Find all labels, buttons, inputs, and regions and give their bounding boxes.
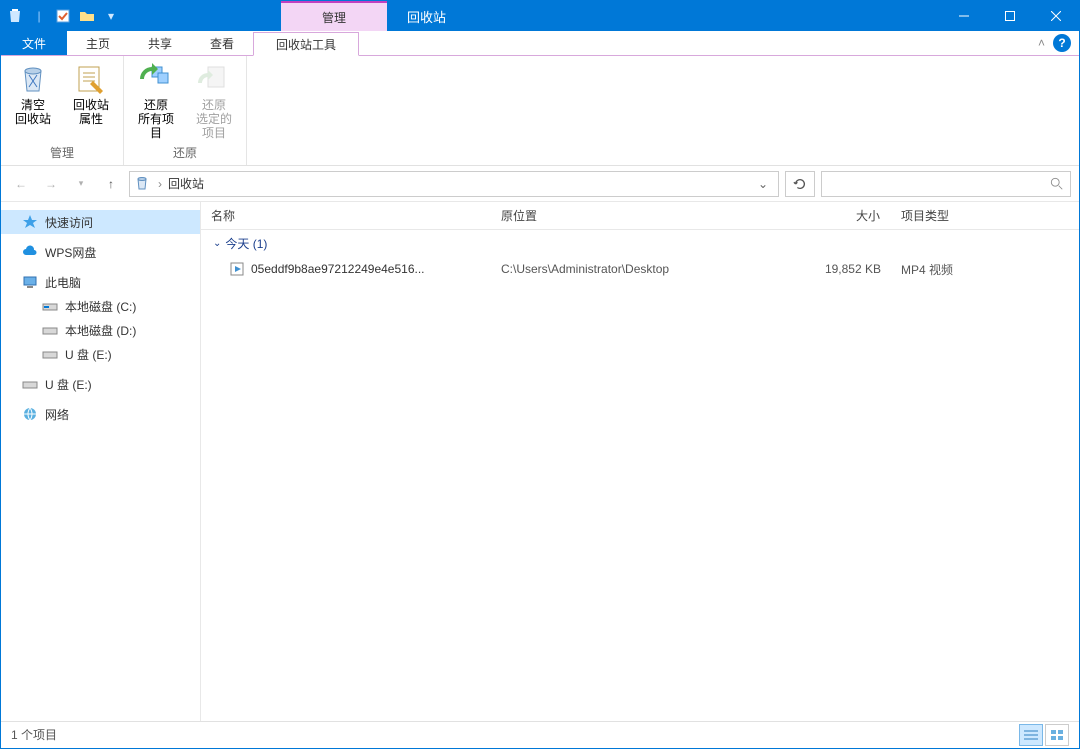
view-details-button[interactable]: [1019, 724, 1043, 746]
qat-separator: |: [30, 7, 48, 25]
drive-icon: [41, 321, 59, 339]
sidebar-label: 此电脑: [45, 274, 81, 291]
item-count-label: 1 个项目: [11, 726, 57, 743]
nav-forward-button[interactable]: →: [39, 172, 63, 196]
ribbon: 清空 回收站 回收站 属性 管理 还原 所有项目 还原: [1, 56, 1079, 166]
ribbon-group-restore: 还原 所有项目 还原 选定的项目 还原: [124, 56, 247, 165]
sidebar-drive-c[interactable]: 本地磁盘 (C:): [1, 294, 200, 318]
file-name: 05eddf9b8ae97212249e4e516...: [251, 262, 425, 276]
sidebar-drive-e-usb[interactable]: U 盘 (E:): [1, 342, 200, 366]
sidebar-label: WPS网盘: [45, 244, 96, 261]
sidebar-wps[interactable]: WPS网盘: [1, 240, 200, 264]
nav-history-dropdown[interactable]: ▾: [69, 172, 93, 196]
sidebar-drive-d[interactable]: 本地磁盘 (D:): [1, 318, 200, 342]
qat-folder-icon[interactable]: [78, 7, 96, 25]
breadcrumb-separator[interactable]: ›: [158, 177, 162, 191]
network-icon: [21, 405, 39, 423]
restore-all-label: 还原 所有项目: [134, 98, 178, 140]
empty-bin-label: 清空 回收站: [15, 98, 51, 126]
video-file-icon: [229, 261, 245, 277]
ribbon-tabs: 文件 主页 共享 查看 回收站工具 ˄ ?: [1, 31, 1079, 56]
navigation-pane: 快速访问 WPS网盘 此电脑 本地磁盘 (C:) 本地磁盘 (D:) U 盘 (…: [1, 202, 201, 721]
tab-share[interactable]: 共享: [129, 31, 191, 55]
search-input[interactable]: [821, 171, 1071, 197]
context-tab-header: 管理: [281, 1, 387, 31]
usb-drive-icon: [41, 345, 59, 363]
tab-view[interactable]: 查看: [191, 31, 253, 55]
column-type[interactable]: 项目类型: [891, 207, 1041, 224]
tab-home[interactable]: 主页: [67, 31, 129, 55]
file-list-area: 名称 原位置 大小 项目类型 ⌄ 今天 (1) 05eddf9b8ae97212…: [201, 202, 1079, 721]
breadcrumb-location[interactable]: 回收站: [168, 175, 204, 192]
sidebar-label: 网络: [45, 406, 69, 423]
ribbon-group-manage-label: 管理: [50, 142, 74, 163]
group-today[interactable]: ⌄ 今天 (1): [201, 230, 1079, 256]
address-bar[interactable]: › 回收站 ⌄: [129, 171, 779, 197]
sidebar-label: U 盘 (E:): [45, 376, 92, 393]
ribbon-group-restore-label: 还原: [173, 142, 197, 163]
sidebar-label: 本地磁盘 (D:): [65, 322, 136, 339]
restore-all-button[interactable]: 还原 所有项目: [130, 60, 182, 142]
file-type: MP4 视频: [891, 261, 1041, 278]
restore-selected-button: 还原 选定的项目: [188, 60, 240, 142]
column-original-location[interactable]: 原位置: [491, 207, 781, 224]
collapse-ribbon-icon[interactable]: ˄: [1038, 36, 1045, 50]
quick-access-toolbar: | ▾: [1, 1, 125, 31]
column-name[interactable]: 名称: [201, 207, 491, 224]
column-headers: 名称 原位置 大小 项目类型: [201, 202, 1079, 230]
sidebar-label: 本地磁盘 (C:): [65, 298, 136, 315]
qat-properties-icon[interactable]: [54, 7, 72, 25]
tab-recycle-tools[interactable]: 回收站工具: [253, 32, 359, 56]
star-icon: [21, 213, 39, 231]
sidebar-this-pc[interactable]: 此电脑: [1, 270, 200, 294]
restore-selected-icon: [197, 62, 231, 96]
address-dropdown-icon[interactable]: ⌄: [752, 177, 774, 191]
file-size: 19,852 KB: [781, 262, 891, 276]
empty-bin-icon: [16, 62, 50, 96]
usb-drive-icon: [21, 375, 39, 393]
chevron-down-icon: ⌄: [213, 238, 221, 249]
title-bar: | ▾ 管理 回收站: [1, 1, 1079, 31]
maximize-button[interactable]: [987, 1, 1033, 31]
nav-up-button[interactable]: ↑: [99, 172, 123, 196]
recycle-bin-properties-button[interactable]: 回收站 属性: [65, 60, 117, 142]
sidebar-quick-access[interactable]: 快速访问: [1, 210, 200, 234]
window-title: 回收站: [387, 1, 941, 31]
properties-icon: [74, 62, 108, 96]
file-original-location: C:\Users\Administrator\Desktop: [491, 262, 781, 276]
tab-file[interactable]: 文件: [1, 31, 67, 55]
file-row[interactable]: 05eddf9b8ae97212249e4e516... C:\Users\Ad…: [201, 256, 1079, 282]
close-button[interactable]: [1033, 1, 1079, 31]
sidebar-network[interactable]: 网络: [1, 402, 200, 426]
ribbon-group-manage: 清空 回收站 回收站 属性 管理: [1, 56, 124, 165]
location-icon: [134, 175, 152, 193]
qat-dropdown-icon[interactable]: ▾: [102, 7, 120, 25]
group-label: 今天 (1): [225, 235, 267, 252]
navigation-bar: ← → ▾ ↑ › 回收站 ⌄: [1, 166, 1079, 202]
empty-recycle-bin-button[interactable]: 清空 回收站: [7, 60, 59, 142]
properties-label: 回收站 属性: [73, 98, 109, 126]
main-area: 快速访问 WPS网盘 此电脑 本地磁盘 (C:) 本地磁盘 (D:) U 盘 (…: [1, 202, 1079, 721]
sidebar-label: U 盘 (E:): [65, 346, 112, 363]
sidebar-drive-e-usb-2[interactable]: U 盘 (E:): [1, 372, 200, 396]
view-large-icons-button[interactable]: [1045, 724, 1069, 746]
window-controls: [941, 1, 1079, 31]
sidebar-label: 快速访问: [45, 214, 93, 231]
cloud-icon: [21, 243, 39, 261]
restore-all-icon: [139, 62, 173, 96]
search-icon: [1050, 177, 1064, 191]
status-bar: 1 个项目: [1, 721, 1079, 747]
help-icon[interactable]: ?: [1053, 34, 1071, 52]
pc-icon: [21, 273, 39, 291]
refresh-button[interactable]: [785, 171, 815, 197]
nav-back-button[interactable]: ←: [9, 172, 33, 196]
restore-selected-label: 还原 选定的项目: [192, 98, 236, 140]
drive-icon: [41, 297, 59, 315]
recycle-bin-icon[interactable]: [6, 7, 24, 25]
minimize-button[interactable]: [941, 1, 987, 31]
column-size[interactable]: 大小: [781, 207, 891, 224]
